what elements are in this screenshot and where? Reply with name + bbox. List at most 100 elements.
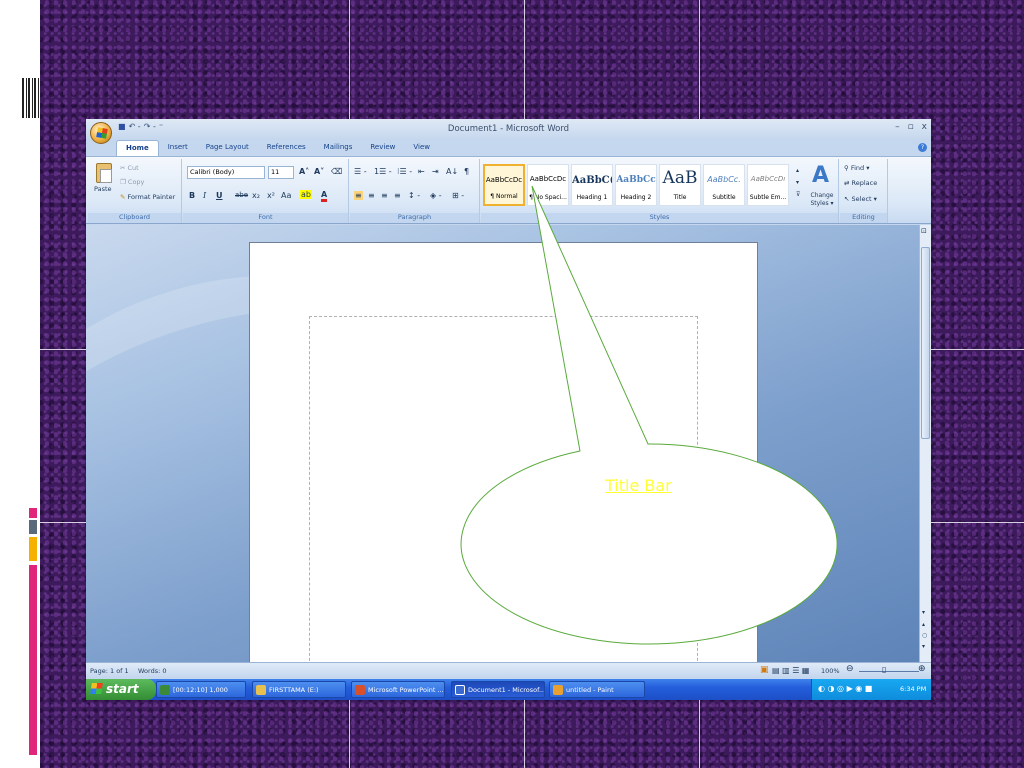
find-button[interactable]: ⚲ Find ▾: [844, 164, 869, 172]
paste-button[interactable]: Paste: [94, 185, 112, 193]
replace-button[interactable]: ⇄ Replace: [844, 179, 877, 187]
line-spacing-button[interactable]: ↕ -: [408, 191, 420, 200]
style-sample: AaB: [662, 168, 698, 188]
taskbar-button-paint[interactable]: untitled - Paint: [549, 681, 645, 698]
page-count[interactable]: Page: 1 of 1: [90, 667, 129, 675]
font-name-field[interactable]: Calibri (Body): [187, 166, 265, 179]
help-icon[interactable]: ?: [918, 143, 927, 152]
cut-button[interactable]: ✂ Cut: [120, 164, 139, 172]
gallery-scroll-icon[interactable]: ▴ ▾ ⊽: [796, 165, 800, 201]
taskbar-button-timer[interactable]: [00:12:10] 1,000: [156, 681, 246, 698]
font-color-button[interactable]: A: [321, 190, 328, 202]
decorative-bar: [29, 537, 37, 561]
select-button[interactable]: ↖ Select ▾: [844, 195, 877, 203]
start-button[interactable]: start: [86, 679, 156, 700]
zoom-level[interactable]: 100%: [821, 667, 840, 675]
sort-button[interactable]: A↓: [446, 167, 458, 176]
copy-button[interactable]: ❐ Copy: [120, 178, 144, 186]
grow-font-button[interactable]: A˄: [299, 167, 309, 176]
style-sample: AaBbCcDc: [485, 176, 523, 184]
style-heading-2[interactable]: AaBbCc Heading 2: [615, 164, 657, 206]
ribbon: Paste ✂ Cut ❐ Copy ✎ Format Painter Clip…: [86, 156, 931, 224]
style-subtitle[interactable]: AaBbCc. Subtitle: [703, 164, 745, 206]
view-layout-icons[interactable]: ▤ ▥ ☰ ▦: [772, 666, 809, 675]
browse-object-icon[interactable]: ○: [922, 632, 927, 639]
change-case-button[interactable]: Aa: [281, 191, 291, 200]
previous-page-icon[interactable]: ▴: [922, 621, 925, 628]
word-count[interactable]: Words: 0: [138, 667, 167, 675]
subscript-button[interactable]: x₂: [252, 191, 260, 200]
change-styles-button[interactable]: Change Styles ▾: [808, 192, 836, 208]
style-gallery: AaBbCcDc ¶ Normal AaBbCcDc ¶ No Spaci...…: [483, 164, 793, 206]
zoom-slider-thumb[interactable]: ▯: [882, 665, 886, 674]
format-painter-button[interactable]: ✎ Format Painter: [120, 193, 175, 201]
office-button[interactable]: [90, 122, 112, 144]
tab-home[interactable]: Home: [116, 140, 159, 157]
taskbar-button-word[interactable]: Document1 - Microsof...: [451, 681, 545, 698]
style-normal[interactable]: AaBbCcDc ¶ Normal: [483, 164, 525, 206]
justify-button[interactable]: ≡: [394, 191, 401, 200]
paste-icon[interactable]: [96, 163, 112, 183]
italic-button[interactable]: I: [203, 191, 206, 200]
increase-indent-button[interactable]: ⇥: [432, 167, 439, 176]
borders-button[interactable]: ⊞ -: [452, 191, 464, 200]
zoom-out-icon[interactable]: ⊖: [846, 664, 854, 674]
ruler-toggle-icon[interactable]: ⊡: [921, 227, 927, 235]
zoom-in-icon[interactable]: ⊕: [918, 664, 926, 674]
minimize-button[interactable]: –: [895, 122, 900, 132]
tab-page-layout[interactable]: Page Layout: [197, 140, 258, 157]
bold-button[interactable]: B: [189, 191, 195, 200]
superscript-button[interactable]: x²: [267, 191, 275, 200]
strikethrough-button[interactable]: abe: [235, 191, 248, 199]
style-heading-1[interactable]: AaBbC( Heading 1: [571, 164, 613, 206]
timer-app-icon: [160, 685, 170, 695]
tab-insert[interactable]: Insert: [159, 140, 197, 157]
multilevel-list-button[interactable]: ⁝☰ -: [397, 167, 412, 176]
callout-text: Title Bar: [605, 476, 672, 495]
highlight-button[interactable]: ab: [300, 190, 312, 199]
next-page-icon[interactable]: ▾: [922, 643, 925, 650]
decorative-bar: [29, 508, 37, 518]
scroll-down-icon[interactable]: ▾: [922, 609, 925, 616]
zoom-slider[interactable]: [859, 671, 919, 672]
view-buttons-icon[interactable]: ▣: [760, 665, 769, 675]
document-page[interactable]: [249, 242, 758, 662]
align-left-button[interactable]: ≡: [354, 191, 363, 200]
shading-button[interactable]: ◈ -: [430, 191, 442, 200]
system-tray: ◐ ◑ ◎ ▶ ◉ ■ 6:34 PM: [811, 679, 931, 700]
align-right-button[interactable]: ≡: [381, 191, 388, 200]
clock[interactable]: 6:34 PM: [900, 685, 926, 693]
maximize-button[interactable]: ▫: [908, 122, 914, 132]
find-label: Find ▾: [850, 164, 870, 172]
tab-mailings[interactable]: Mailings: [315, 140, 362, 157]
styles-group-label: Styles: [481, 213, 838, 223]
paragraph-group-label: Paragraph: [350, 213, 479, 223]
tab-references[interactable]: References: [258, 140, 315, 157]
font-size-field[interactable]: 11: [268, 166, 294, 179]
underline-button[interactable]: U: [216, 191, 223, 200]
style-no-spacing[interactable]: AaBbCcDc ¶ No Spaci...: [527, 164, 569, 206]
bullets-button[interactable]: ☰ -: [354, 167, 367, 176]
tab-view[interactable]: View: [404, 140, 439, 157]
scrollbar-thumb[interactable]: [921, 247, 930, 439]
center-button[interactable]: ≡: [368, 191, 375, 200]
paint-icon: [553, 685, 563, 695]
change-styles-icon[interactable]: A: [812, 163, 829, 188]
numbering-button[interactable]: 1☰ -: [374, 167, 392, 176]
taskbar-button-powerpoint[interactable]: Microsoft PowerPoint ...: [351, 681, 445, 698]
taskbar-label: untitled - Paint: [566, 686, 614, 694]
clear-formatting-button[interactable]: ⌫: [331, 167, 342, 176]
style-subtle-emphasis[interactable]: AaBbCcDı Subtle Em...: [747, 164, 789, 206]
copy-label: Copy: [127, 178, 145, 186]
style-title[interactable]: AaB Title: [659, 164, 701, 206]
decorative-bar: [29, 520, 37, 534]
close-button[interactable]: x: [922, 122, 927, 132]
word-icon: [455, 685, 465, 695]
tray-icons[interactable]: ◐ ◑ ◎ ▶ ◉ ■: [818, 684, 872, 693]
vertical-scrollbar[interactable]: ⊡ ▾ ▴ ○ ▾: [919, 225, 931, 662]
show-formatting-button[interactable]: ¶: [464, 167, 469, 176]
shrink-font-button[interactable]: A˅: [314, 167, 324, 176]
decrease-indent-button[interactable]: ⇤: [418, 167, 425, 176]
taskbar-button-drive[interactable]: FIRSTTAMA (E:): [252, 681, 346, 698]
tab-review[interactable]: Review: [361, 140, 404, 157]
